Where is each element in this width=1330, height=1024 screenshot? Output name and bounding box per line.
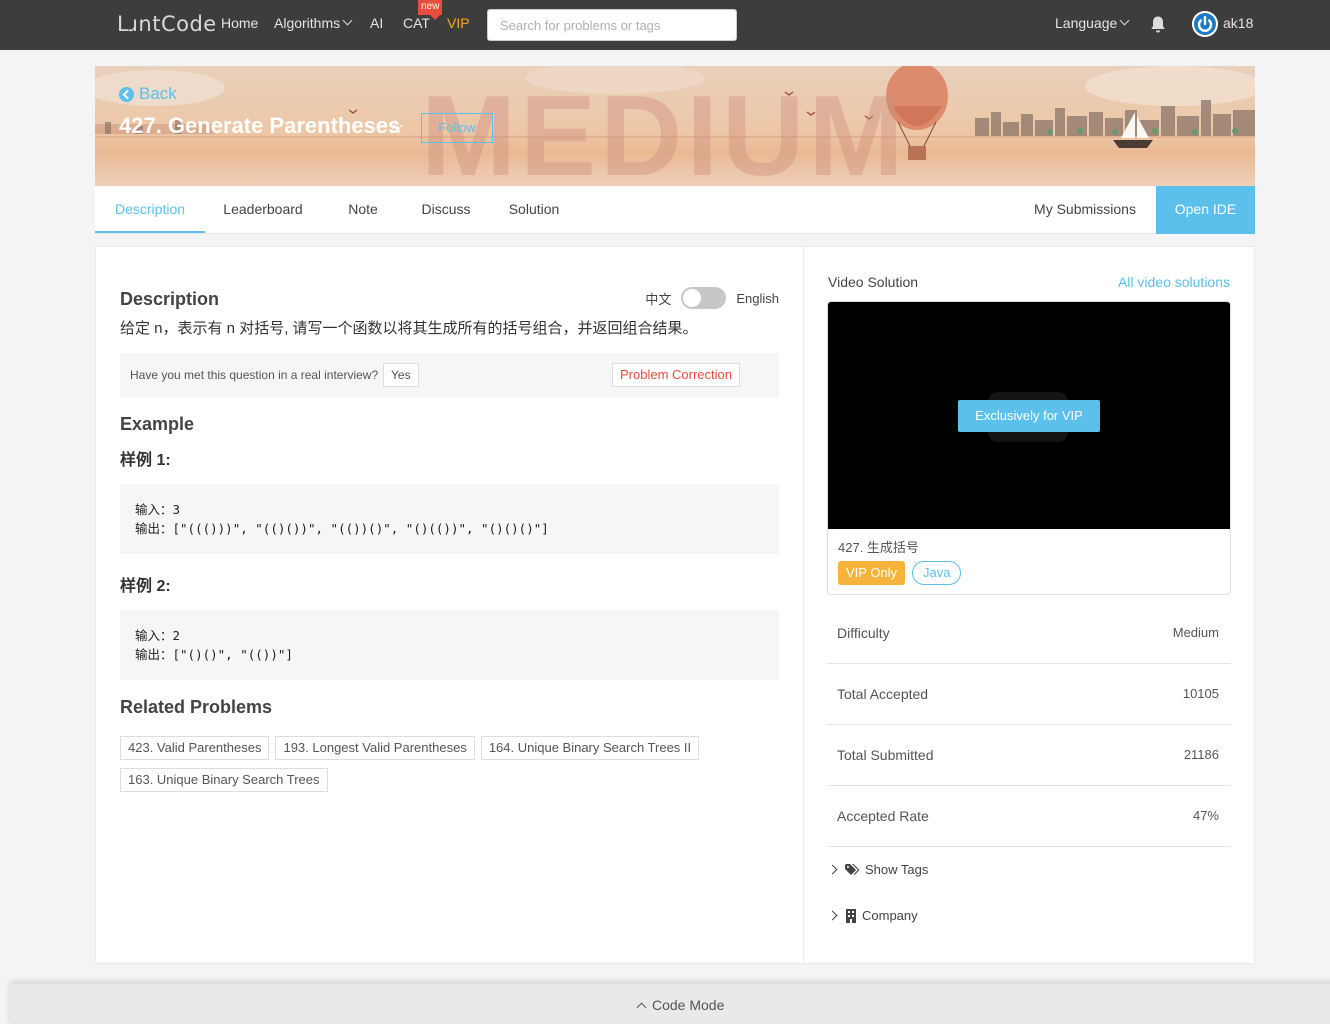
- stat-row-total-accepted: Total Accepted 10105: [827, 664, 1231, 725]
- video-player[interactable]: Exclusively for VIP: [828, 302, 1230, 529]
- interview-yes-button[interactable]: Yes: [383, 363, 419, 387]
- show-tags-label: Show Tags: [865, 862, 929, 877]
- chevron-right-icon: [827, 910, 838, 921]
- nav-ai[interactable]: AI: [370, 15, 383, 31]
- new-badge: new: [418, 0, 443, 20]
- company-toggle[interactable]: Company: [827, 908, 918, 923]
- top-navbar: LɹntCode Home Algorithms AI CAT new VIP …: [0, 0, 1330, 50]
- chevron-down-icon: [342, 15, 353, 26]
- tags-icon: [845, 863, 860, 875]
- stat-label: Accepted Rate: [837, 808, 929, 824]
- chevron-down-icon: [1119, 15, 1130, 26]
- problem-banner: MEDIUM Back 427. Generate Parentheses ☆ …: [95, 66, 1255, 186]
- bell-icon[interactable]: [1149, 15, 1167, 34]
- language-switch[interactable]: [681, 287, 727, 309]
- all-video-solutions-link[interactable]: All video solutions: [1118, 274, 1230, 290]
- problem-description-card: Description 中文 English 给定 n，表示有 n 对括号, 请…: [95, 246, 804, 964]
- search-input[interactable]: [487, 9, 737, 41]
- related-problems-heading: Related Problems: [120, 697, 273, 717]
- stat-row-total-submitted: Total Submitted 21186: [827, 725, 1231, 786]
- language-label: Language: [1055, 15, 1118, 31]
- lang-zh-label[interactable]: 中文: [645, 289, 671, 308]
- difficulty-watermark: MEDIUM: [421, 73, 908, 187]
- problem-title: 427. Generate Parentheses: [119, 113, 401, 138]
- nav-algorithms[interactable]: Algorithms: [274, 15, 353, 31]
- tab-discuss[interactable]: Discuss: [413, 186, 479, 233]
- stat-row-difficulty: Difficulty Medium: [827, 603, 1231, 664]
- stat-label: Difficulty: [837, 625, 890, 641]
- nav-home[interactable]: Home: [221, 15, 258, 31]
- problem-statement: 给定 n，表示有 n 对括号, 请写一个函数以将其生成所有的括号组合，并返回组合…: [120, 320, 698, 337]
- code-mode-label: Code Mode: [652, 997, 725, 1013]
- example-1-input: 输入：3: [135, 502, 181, 517]
- java-tag[interactable]: Java: [912, 561, 962, 585]
- related-problem-tag[interactable]: 193. Longest Valid Parentheses: [275, 736, 475, 760]
- interview-question-bar: Have you met this question in a real int…: [120, 353, 779, 397]
- example-1-code: 输入：3 输出：["((()))", "(()())", "(())()", "…: [120, 484, 779, 554]
- vip-exclusive-button[interactable]: Exclusively for VIP: [958, 400, 1100, 432]
- stat-value: 10105: [1182, 686, 1219, 701]
- related-problems-list: 423. Valid Parentheses 193. Longest Valid…: [120, 736, 740, 800]
- tab-solution[interactable]: Solution: [499, 186, 569, 233]
- stat-label: Total Submitted: [837, 747, 934, 763]
- back-arrow-icon: [119, 86, 134, 102]
- stat-value: Medium: [1172, 625, 1219, 640]
- video-title: 427. 生成括号: [838, 540, 919, 555]
- description-heading: Description: [120, 289, 220, 309]
- show-tags-toggle[interactable]: Show Tags: [827, 862, 929, 877]
- stat-value: 21186: [1183, 747, 1219, 762]
- stat-label: Total Accepted: [837, 686, 929, 702]
- user-avatar[interactable]: [1192, 11, 1218, 37]
- example-heading: Example: [120, 414, 195, 434]
- example-1-output: 输出：["((()))", "(()())", "(())()", "()(()…: [135, 521, 549, 536]
- chevron-right-icon: [827, 864, 838, 875]
- back-link[interactable]: Back: [119, 84, 177, 104]
- related-problem-tag[interactable]: 423. Valid Parentheses: [120, 736, 270, 760]
- tab-description[interactable]: Description: [95, 186, 205, 233]
- problem-correction-button[interactable]: Problem Correction: [612, 363, 740, 387]
- lang-en-label[interactable]: English: [736, 291, 779, 306]
- related-problem-tag[interactable]: 164. Unique Binary Search Trees II: [480, 736, 700, 760]
- example-2-input: 输入：2: [135, 628, 181, 643]
- video-card: Exclusively for VIP 427. 生成括号 VIP Only J…: [827, 301, 1231, 595]
- example-1-label: 样例 1:: [120, 452, 171, 469]
- tab-note[interactable]: Note: [333, 186, 393, 233]
- problem-sidebar-card: Video Solution All video solutions Exclu…: [803, 246, 1255, 964]
- code-mode-toggle[interactable]: Code Mode: [636, 997, 725, 1013]
- back-label: Back: [139, 84, 177, 103]
- code-mode-bar[interactable]: Code Mode: [10, 984, 1330, 1024]
- example-2-code: 输入：2 输出：["()()", "(())"]: [120, 610, 779, 680]
- interview-question-text: Have you met this question in a real int…: [130, 368, 379, 382]
- tab-leaderboard[interactable]: Leaderboard: [213, 186, 313, 233]
- building-icon: [846, 908, 856, 923]
- related-problem-tag[interactable]: 163. Unique Binary Search Trees: [120, 768, 328, 792]
- video-solution-label: Video Solution: [828, 274, 919, 290]
- follow-button[interactable]: Follow: [421, 113, 493, 143]
- nav-vip[interactable]: VIP: [447, 15, 470, 31]
- chevron-up-icon: [636, 1002, 647, 1012]
- vip-only-badge: VIP Only: [838, 561, 906, 585]
- username[interactable]: ak18: [1223, 15, 1253, 31]
- lintcode-logo[interactable]: LɹntCode: [117, 12, 217, 36]
- language-toggle: 中文 English: [645, 287, 779, 309]
- stat-row-accepted-rate: Accepted Rate 47%: [827, 786, 1231, 847]
- example-2-output: 输出：["()()", "(())"]: [135, 647, 293, 662]
- nav-algorithms-label: Algorithms: [274, 15, 341, 31]
- stat-value: 47%: [1192, 808, 1219, 823]
- tab-my-submissions[interactable]: My Submissions: [1027, 186, 1143, 233]
- star-icon[interactable]: ☆: [387, 115, 405, 140]
- example-2-label: 样例 2:: [120, 578, 171, 595]
- nav-cat[interactable]: CAT: [403, 15, 430, 31]
- company-label: Company: [862, 908, 918, 923]
- language-dropdown[interactable]: Language: [1055, 15, 1130, 31]
- open-ide-button[interactable]: Open IDE: [1156, 186, 1255, 234]
- problem-tabs: Description Leaderboard Note Discuss Sol…: [95, 186, 1255, 234]
